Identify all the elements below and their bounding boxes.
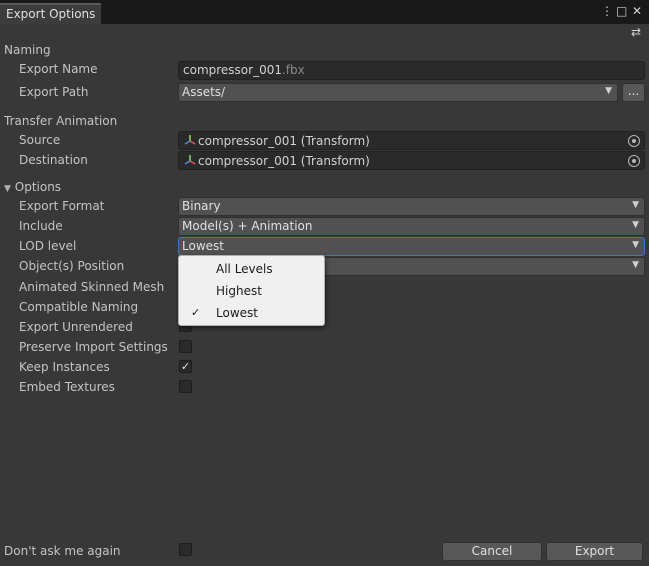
transform-icon [184,155,196,165]
export-name-value: compressor_001 [183,63,282,77]
kebab-menu-icon[interactable]: ⋮ [601,4,613,18]
row-export-format: Export Format Binary ▼ [0,197,649,217]
lod-level-label: LOD level [19,239,77,253]
embed-textures-label: Embed Textures [19,380,115,394]
compatible-naming-label: Compatible Naming [19,300,139,314]
lod-level-dropdown[interactable]: Lowest ▼ [178,237,645,256]
browse-path-button[interactable]: ... [622,83,645,102]
dont-ask-label: Don't ask me again [4,544,121,558]
row-destination: Destination compressor_001 (Transform) [0,151,649,171]
menu-item-highest[interactable]: Highest [179,280,324,302]
animated-skinned-mesh-label: Animated Skinned Mesh [19,280,165,294]
source-value: compressor_001 (Transform) [198,134,370,148]
source-object-field[interactable]: compressor_001 (Transform) [178,131,645,150]
row-keep-instances: Keep Instances ✓ [0,358,649,378]
export-path-value: Assets/ [182,85,226,99]
keep-instances-checkbox[interactable]: ✓ [179,360,192,373]
chevron-down-icon: ▼ [632,260,639,270]
maximize-icon[interactable]: □ [616,4,627,18]
transform-icon [184,135,196,145]
dont-ask-checkbox[interactable] [179,543,192,556]
include-dropdown[interactable]: Model(s) + Animation ▼ [178,217,645,236]
row-export-name: Export Name compressor_001.fbx [0,61,649,81]
destination-object-field[interactable]: compressor_001 (Transform) [178,151,645,170]
foldout-arrow-icon: ▼ [4,184,11,194]
object-picker-icon[interactable] [628,135,640,147]
checkmark-icon: ✓ [180,360,191,373]
chevron-down-icon: ▼ [605,86,612,96]
object-picker-icon[interactable] [628,155,640,167]
preserve-import-label: Preserve Import Settings [19,340,168,354]
menu-item-label: Highest [216,284,262,298]
chevron-down-icon: ▼ [632,200,639,210]
destination-value: compressor_001 (Transform) [198,154,370,168]
checkmark-icon: ✓ [191,306,201,319]
title-bar: Export Options ⋮ □ ✕ [0,0,649,24]
source-label: Source [19,133,61,147]
row-include: Include Model(s) + Animation ▼ [0,217,649,237]
export-path-label: Export Path [19,85,89,99]
menu-item-label: Lowest [216,306,258,320]
close-icon[interactable]: ✕ [632,4,642,18]
export-name-extension: .fbx [281,63,305,77]
section-transfer-animation: Transfer Animation [4,114,118,128]
menu-item-all-levels[interactable]: All Levels [179,258,324,280]
preserve-import-checkbox[interactable] [179,340,192,353]
options-foldout[interactable]: ▼ Options [4,180,61,194]
row-embed-textures: Embed Textures [0,378,649,398]
export-format-dropdown[interactable]: Binary ▼ [178,197,645,216]
export-name-label: Export Name [19,62,98,76]
export-path-dropdown[interactable]: Assets/ ▼ [178,83,618,102]
chevron-down-icon: ▼ [632,220,639,230]
row-source: Source compressor_001 (Transform) [0,131,649,151]
export-unrendered-label: Export Unrendered [19,320,133,334]
menu-item-lowest[interactable]: ✓ Lowest [179,302,324,324]
chevron-down-icon: ▼ [632,240,639,250]
section-options: Options [14,180,62,194]
objects-position-label: Object(s) Position [19,259,125,273]
section-naming: Naming [4,43,51,57]
menu-item-label: All Levels [216,262,273,276]
row-preserve-import: Preserve Import Settings [0,338,649,358]
embed-textures-checkbox[interactable] [179,380,192,393]
export-format-value: Binary [182,199,221,213]
cancel-button[interactable]: Cancel [442,542,542,561]
include-label: Include [19,219,63,233]
tab-export-options[interactable]: Export Options [0,3,101,24]
preset-settings-icon[interactable]: ⇄ [631,25,641,39]
lod-level-value: Lowest [182,239,224,253]
export-button[interactable]: Export [546,542,643,561]
export-name-input[interactable]: compressor_001.fbx [178,61,645,80]
destination-label: Destination [19,153,88,167]
include-value: Model(s) + Animation [182,219,313,233]
keep-instances-label: Keep Instances [19,360,110,374]
row-export-path: Export Path Assets/ ▼ ... [0,83,649,103]
lod-level-popup-menu: All Levels Highest ✓ Lowest [178,255,325,326]
row-lod-level: LOD level Lowest ▼ [0,237,649,257]
export-format-label: Export Format [19,199,105,213]
